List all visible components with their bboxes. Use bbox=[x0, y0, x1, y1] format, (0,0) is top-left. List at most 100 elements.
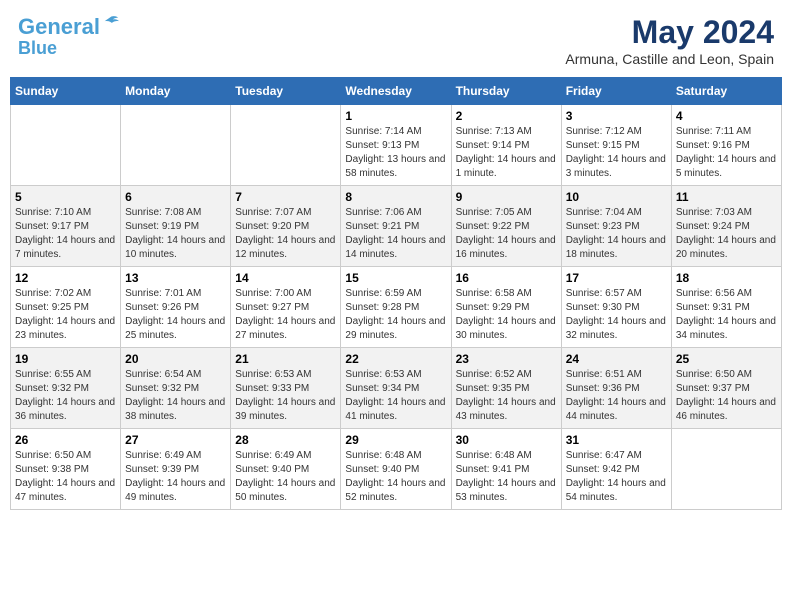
day-info: Sunrise: 6:54 AMSunset: 9:32 PMDaylight:… bbox=[125, 368, 226, 424]
day-info: Sunrise: 6:47 AMSunset: 9:42 PMDaylight:… bbox=[566, 449, 667, 505]
day-number: 23 bbox=[456, 352, 557, 366]
calendar-week-5: 26 Sunrise: 6:50 AMSunset: 9:38 PMDayligh… bbox=[11, 429, 782, 510]
day-info: Sunrise: 6:53 AMSunset: 9:33 PMDaylight:… bbox=[235, 368, 336, 424]
day-info: Sunrise: 7:02 AMSunset: 9:25 PMDaylight:… bbox=[15, 287, 116, 343]
day-number: 16 bbox=[456, 271, 557, 285]
day-of-week-sunday: Sunday bbox=[11, 78, 121, 105]
day-number: 29 bbox=[345, 433, 446, 447]
day-number: 22 bbox=[345, 352, 446, 366]
day-info: Sunrise: 6:59 AMSunset: 9:28 PMDaylight:… bbox=[345, 287, 446, 343]
day-info: Sunrise: 7:01 AMSunset: 9:26 PMDaylight:… bbox=[125, 287, 226, 343]
calendar-cell: 18Sunrise: 6:56 AMSunset: 9:31 PMDayligh… bbox=[671, 267, 781, 348]
day-info: Sunrise: 6:52 AMSunset: 9:35 PMDaylight:… bbox=[456, 368, 557, 424]
calendar-cell: 9 Sunrise: 7:05 AMSunset: 9:22 PMDaylight… bbox=[451, 186, 561, 267]
calendar-cell: 2 Sunrise: 7:13 AMSunset: 9:14 PMDaylight… bbox=[451, 105, 561, 186]
calendar-cell: 17 Sunrise: 6:57 AMSunset: 9:30 PMDayligh… bbox=[561, 267, 671, 348]
day-number: 9 bbox=[456, 190, 557, 204]
day-number: 2 bbox=[456, 109, 557, 123]
day-info: Sunrise: 6:53 AMSunset: 9:34 PMDaylight:… bbox=[345, 368, 446, 424]
calendar-cell: 5 Sunrise: 7:10 AMSunset: 9:17 PMDaylight… bbox=[11, 186, 121, 267]
day-number: 6 bbox=[125, 190, 226, 204]
day-number: 17 bbox=[566, 271, 667, 285]
calendar-cell: 1 Sunrise: 7:14 AMSunset: 9:13 PMDaylight… bbox=[341, 105, 451, 186]
day-info: Sunrise: 6:56 AMSunset: 9:31 PMDaylight:… bbox=[676, 287, 777, 343]
day-info: Sunrise: 7:11 AMSunset: 9:16 PMDaylight:… bbox=[676, 125, 777, 181]
logo-bird-icon bbox=[102, 14, 120, 32]
day-info: Sunrise: 7:08 AMSunset: 9:19 PMDaylight:… bbox=[125, 206, 226, 262]
day-number: 7 bbox=[235, 190, 336, 204]
day-number: 3 bbox=[566, 109, 667, 123]
day-of-week-thursday: Thursday bbox=[451, 78, 561, 105]
calendar-cell bbox=[121, 105, 231, 186]
calendar-table: SundayMondayTuesdayWednesdayThursdayFrid… bbox=[10, 77, 782, 510]
day-info: Sunrise: 7:07 AMSunset: 9:20 PMDaylight:… bbox=[235, 206, 336, 262]
day-info: Sunrise: 6:48 AMSunset: 9:41 PMDaylight:… bbox=[456, 449, 557, 505]
day-number: 20 bbox=[125, 352, 226, 366]
day-number: 1 bbox=[345, 109, 446, 123]
day-number: 31 bbox=[566, 433, 667, 447]
day-info: Sunrise: 6:48 AMSunset: 9:40 PMDaylight:… bbox=[345, 449, 446, 505]
day-number: 4 bbox=[676, 109, 777, 123]
day-number: 13 bbox=[125, 271, 226, 285]
day-info: Sunrise: 6:57 AMSunset: 9:30 PMDaylight:… bbox=[566, 287, 667, 343]
day-info: Sunrise: 7:14 AMSunset: 9:13 PMDaylight:… bbox=[345, 125, 446, 181]
day-number: 26 bbox=[15, 433, 116, 447]
day-number: 11 bbox=[676, 190, 777, 204]
day-info: Sunrise: 6:55 AMSunset: 9:32 PMDaylight:… bbox=[15, 368, 116, 424]
day-info: Sunrise: 7:10 AMSunset: 9:17 PMDaylight:… bbox=[15, 206, 116, 262]
calendar-cell: 8 Sunrise: 7:06 AMSunset: 9:21 PMDaylight… bbox=[341, 186, 451, 267]
calendar-week-4: 19 Sunrise: 6:55 AMSunset: 9:32 PMDayligh… bbox=[11, 348, 782, 429]
day-info: Sunrise: 6:50 AMSunset: 9:38 PMDaylight:… bbox=[15, 449, 116, 505]
day-of-week-monday: Monday bbox=[121, 78, 231, 105]
calendar-cell: 3Sunrise: 7:12 AMSunset: 9:15 PMDaylight… bbox=[561, 105, 671, 186]
day-info: Sunrise: 7:00 AMSunset: 9:27 PMDaylight:… bbox=[235, 287, 336, 343]
day-info: Sunrise: 7:04 AMSunset: 9:23 PMDaylight:… bbox=[566, 206, 667, 262]
day-info: Sunrise: 6:49 AMSunset: 9:39 PMDaylight:… bbox=[125, 449, 226, 505]
calendar-cell: 4 Sunrise: 7:11 AMSunset: 9:16 PMDaylight… bbox=[671, 105, 781, 186]
calendar-cell: 23 Sunrise: 6:52 AMSunset: 9:35 PMDayligh… bbox=[451, 348, 561, 429]
day-number: 19 bbox=[15, 352, 116, 366]
calendar-cell: 20 Sunrise: 6:54 AMSunset: 9:32 PMDayligh… bbox=[121, 348, 231, 429]
day-info: Sunrise: 7:03 AMSunset: 9:24 PMDaylight:… bbox=[676, 206, 777, 262]
calendar-cell: 16 Sunrise: 6:58 AMSunset: 9:29 PMDayligh… bbox=[451, 267, 561, 348]
day-of-week-wednesday: Wednesday bbox=[341, 78, 451, 105]
calendar-cell: 11 Sunrise: 7:03 AMSunset: 9:24 PMDayligh… bbox=[671, 186, 781, 267]
day-info: Sunrise: 7:05 AMSunset: 9:22 PMDaylight:… bbox=[456, 206, 557, 262]
title-block: May 2024 Armuna, Castille and Leon, Spai… bbox=[565, 14, 774, 67]
calendar-cell: 26 Sunrise: 6:50 AMSunset: 9:38 PMDayligh… bbox=[11, 429, 121, 510]
day-of-week-tuesday: Tuesday bbox=[231, 78, 341, 105]
day-info: Sunrise: 7:06 AMSunset: 9:21 PMDaylight:… bbox=[345, 206, 446, 262]
day-info: Sunrise: 7:13 AMSunset: 9:14 PMDaylight:… bbox=[456, 125, 557, 181]
calendar-cell: 12Sunrise: 7:02 AMSunset: 9:25 PMDayligh… bbox=[11, 267, 121, 348]
calendar-cell: 22 Sunrise: 6:53 AMSunset: 9:34 PMDayligh… bbox=[341, 348, 451, 429]
day-number: 5 bbox=[15, 190, 116, 204]
calendar-cell bbox=[231, 105, 341, 186]
logo-general: General bbox=[18, 14, 100, 39]
calendar-cell: 29 Sunrise: 6:48 AMSunset: 9:40 PMDayligh… bbox=[341, 429, 451, 510]
calendar-cell: 28Sunrise: 6:49 AMSunset: 9:40 PMDayligh… bbox=[231, 429, 341, 510]
calendar-cell: 15 Sunrise: 6:59 AMSunset: 9:28 PMDayligh… bbox=[341, 267, 451, 348]
day-number: 24 bbox=[566, 352, 667, 366]
day-number: 25 bbox=[676, 352, 777, 366]
calendar-cell: 31 Sunrise: 6:47 AMSunset: 9:42 PMDayligh… bbox=[561, 429, 671, 510]
day-number: 27 bbox=[125, 433, 226, 447]
logo-blue: Blue bbox=[18, 39, 120, 59]
location-subtitle: Armuna, Castille and Leon, Spain bbox=[565, 51, 774, 67]
day-number: 15 bbox=[345, 271, 446, 285]
calendar-week-2: 5 Sunrise: 7:10 AMSunset: 9:17 PMDaylight… bbox=[11, 186, 782, 267]
day-info: Sunrise: 6:50 AMSunset: 9:37 PMDaylight:… bbox=[676, 368, 777, 424]
day-number: 8 bbox=[345, 190, 446, 204]
day-number: 30 bbox=[456, 433, 557, 447]
day-info: Sunrise: 6:51 AMSunset: 9:36 PMDaylight:… bbox=[566, 368, 667, 424]
calendar-week-3: 12Sunrise: 7:02 AMSunset: 9:25 PMDayligh… bbox=[11, 267, 782, 348]
calendar-cell: 13 Sunrise: 7:01 AMSunset: 9:26 PMDayligh… bbox=[121, 267, 231, 348]
day-info: Sunrise: 6:58 AMSunset: 9:29 PMDaylight:… bbox=[456, 287, 557, 343]
day-number: 10 bbox=[566, 190, 667, 204]
page-header: General Blue May 2024 Armuna, Castille a… bbox=[10, 10, 782, 71]
calendar-cell: 21 Sunrise: 6:53 AMSunset: 9:33 PMDayligh… bbox=[231, 348, 341, 429]
days-of-week-row: SundayMondayTuesdayWednesdayThursdayFrid… bbox=[11, 78, 782, 105]
calendar-cell: 30 Sunrise: 6:48 AMSunset: 9:41 PMDayligh… bbox=[451, 429, 561, 510]
calendar-cell: 14Sunrise: 7:00 AMSunset: 9:27 PMDayligh… bbox=[231, 267, 341, 348]
calendar-cell: 24 Sunrise: 6:51 AMSunset: 9:36 PMDayligh… bbox=[561, 348, 671, 429]
day-number: 21 bbox=[235, 352, 336, 366]
